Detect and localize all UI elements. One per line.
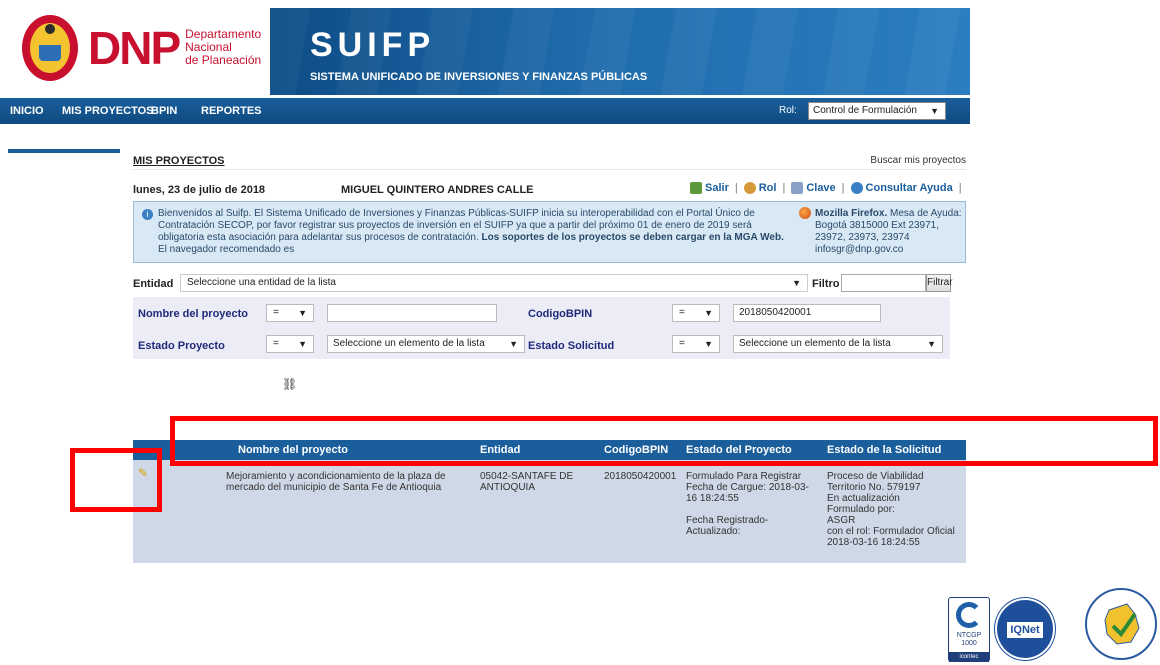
divider bbox=[133, 169, 966, 170]
entidad-select[interactable]: Seleccione una entidad de la lista ▼ bbox=[180, 274, 808, 292]
nav-item-inicio[interactable]: INICIO bbox=[10, 98, 44, 124]
chevron-down-icon: ▼ bbox=[298, 308, 307, 318]
current-date: lunes, 23 de julio de 2018 bbox=[133, 184, 266, 196]
cell-estado-solicitud: Proceso de Viabilidad Territorio No. 579… bbox=[827, 471, 955, 548]
salir-button[interactable]: Salir bbox=[690, 182, 729, 195]
dnp-fullname: Departamento Nacional de Planeación bbox=[185, 27, 262, 67]
filter-panel: Nombre del proyecto = ▼ CodigoBPIN = ▼ 201… bbox=[133, 297, 950, 359]
ntcgp-certification-logo: NTCGP 1000 icontec bbox=[948, 597, 990, 662]
nombre-proyecto-label: Nombre del proyecto bbox=[138, 308, 249, 320]
section-accent-bar bbox=[8, 149, 120, 153]
codigo-bpin-label: CodigoBPIN bbox=[528, 308, 593, 320]
chevron-down-icon: ▼ bbox=[930, 106, 939, 116]
filtro-label: Filtro bbox=[812, 278, 840, 290]
user-actions: Salir | Rol | Clave | Consultar Ayuda | bbox=[690, 182, 962, 195]
chevron-down-icon: ▼ bbox=[704, 308, 713, 318]
chevron-down-icon: ▼ bbox=[298, 339, 307, 349]
filtro-input[interactable] bbox=[841, 274, 926, 292]
main-nav: INICIO MIS PROYECTOS BPIN REPORTES Rol: … bbox=[0, 98, 970, 124]
user-icon bbox=[743, 182, 756, 195]
cell-codigo: 2018050420001 bbox=[604, 471, 677, 482]
iqnet-certification-logo: IQNet bbox=[995, 598, 1055, 660]
chevron-down-icon: ▼ bbox=[509, 339, 518, 349]
buscar-mis-proyectos-link[interactable]: Buscar mis proyectos bbox=[860, 155, 966, 166]
dnp-wordmark: DNP bbox=[88, 21, 181, 74]
binoculars-search-icon[interactable]: ⛓ bbox=[282, 377, 297, 391]
estado-proyecto-select[interactable]: Seleccione un elemento de la lista ▼ bbox=[327, 335, 525, 353]
table-row: ✎ Mejoramiento y acondicionamiento de la… bbox=[133, 460, 966, 563]
cell-nombre: Mejoramiento y acondicionamiento de la p… bbox=[226, 471, 446, 493]
rol-button[interactable]: Rol bbox=[743, 182, 776, 195]
info-banner: i Bienvenidos al Suifp. El Sistema Unifi… bbox=[133, 201, 966, 263]
cell-estado-proyecto: Formulado Para Registrar Fecha de Cargue… bbox=[686, 471, 809, 537]
estado-solicitud-label: Estado Solicitud bbox=[528, 340, 615, 352]
estado-solicitud-select[interactable]: Seleccione un elemento de la lista ▼ bbox=[733, 335, 943, 353]
icontec-c-icon bbox=[956, 602, 982, 628]
highlight-box-header bbox=[170, 416, 1158, 466]
key-icon bbox=[791, 182, 804, 195]
clave-button[interactable]: Clave bbox=[791, 182, 836, 195]
colombia-shield-icon bbox=[22, 14, 78, 81]
chevron-down-icon: ▼ bbox=[792, 278, 801, 288]
app-subtitle: SISTEMA UNIFICADO DE INVERSIONES Y FINAN… bbox=[310, 71, 648, 83]
nombre-proyecto-input[interactable] bbox=[327, 304, 497, 322]
info-text: Bienvenidos al Suifp. El Sistema Unifica… bbox=[158, 208, 784, 255]
help-desk-text: Mozilla Firefox. Mesa de Ayuda: Bogotá 3… bbox=[815, 208, 962, 255]
chevron-down-icon: ▼ bbox=[704, 339, 713, 349]
colombia-map-icon bbox=[1104, 603, 1140, 645]
help-icon bbox=[850, 182, 863, 195]
colombia-quality-seal-logo bbox=[1085, 588, 1157, 660]
codigo-operator-select[interactable]: = ▼ bbox=[672, 304, 720, 322]
info-icon: i bbox=[142, 209, 153, 220]
dnp-logo[interactable]: DNP Departamento Nacional de Planeación bbox=[20, 10, 270, 85]
nav-item-reportes[interactable]: REPORTES bbox=[201, 98, 262, 124]
exit-icon bbox=[690, 182, 702, 195]
rol-select[interactable]: Control de Formulación ▼ bbox=[808, 102, 946, 120]
highlight-box-edit bbox=[70, 448, 162, 512]
firefox-icon bbox=[799, 207, 811, 219]
app-title: SUIFP bbox=[310, 26, 436, 64]
nav-item-bpin[interactable]: BPIN bbox=[151, 98, 177, 124]
filtrar-button[interactable]: Filtrar bbox=[926, 274, 953, 292]
estado-proyecto-operator-select[interactable]: = ▼ bbox=[266, 335, 314, 353]
entidad-label: Entidad bbox=[133, 278, 174, 290]
estado-solicitud-operator-select[interactable]: = ▼ bbox=[672, 335, 720, 353]
user-name: MIGUEL QUINTERO ANDRES CALLE bbox=[341, 184, 534, 196]
suifp-banner: SUIFP SISTEMA UNIFICADO DE INVERSIONES Y… bbox=[270, 8, 970, 95]
cell-entidad: 05042-SANTAFE DE ANTIOQUIA bbox=[480, 471, 574, 493]
rol-label: Rol: bbox=[779, 105, 797, 116]
nombre-operator-select[interactable]: = ▼ bbox=[266, 304, 314, 322]
codigo-bpin-input[interactable]: 2018050420001 bbox=[733, 304, 881, 322]
header: DNP Departamento Nacional de Planeación … bbox=[0, 0, 970, 95]
consultar-ayuda-button[interactable]: Consultar Ayuda bbox=[850, 182, 953, 195]
page-title[interactable]: MIS PROYECTOS bbox=[133, 155, 224, 167]
chevron-down-icon: ▼ bbox=[927, 339, 936, 349]
estado-proyecto-label: Estado Proyecto bbox=[138, 340, 225, 352]
nav-item-mis-proyectos[interactable]: MIS PROYECTOS bbox=[62, 98, 153, 124]
